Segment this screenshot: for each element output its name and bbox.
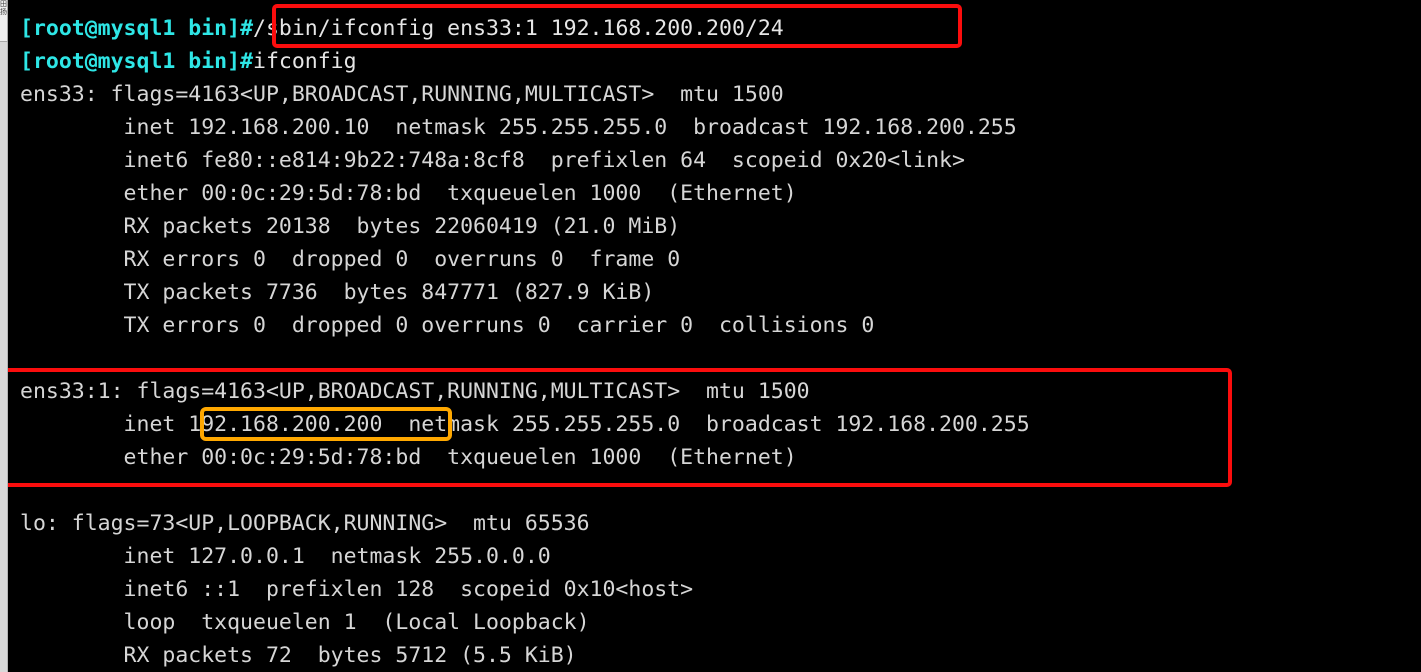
output-line: inet6 ::1 prefixlen 128 scopeid 0x10<hos… [20, 577, 694, 602]
shell-prompt: [root@mysql1 bin] [20, 49, 241, 74]
command-text-ifconfig: ifconfig [253, 49, 357, 74]
output-line: inet 192.168.200.200 netmask 255.255.255… [20, 412, 1030, 437]
output-line: ens33:1: flags=4163<UP,BROADCAST,RUNNING… [20, 379, 810, 404]
terminal-window: 田 扬 [root@mysql1 bin]#/sbin/ifconfig ens… [0, 0, 1421, 672]
prompt-hash: # [240, 16, 254, 41]
output-line: loop txqueuelen 1 (Local Loopback) [20, 610, 590, 635]
terminal-output-area[interactable]: [root@mysql1 bin]#/sbin/ifconfig ens33:1… [8, 0, 1421, 672]
left-sidebar-strip[interactable]: 田 扬 [0, 0, 8, 672]
sidebar-collapsed-tab[interactable]: 田 扬 [0, 0, 8, 42]
output-line: ether 00:0c:29:5d:78:bd txqueuelen 1000 … [20, 445, 797, 470]
terminal-command-line-2: [root@mysql1 bin]#ifconfig [20, 45, 357, 78]
output-line: RX packets 72 bytes 5712 (5.5 KiB) [20, 643, 577, 668]
output-line: inet 192.168.200.10 netmask 255.255.255.… [20, 115, 1017, 140]
output-line: ens33: flags=4163<UP,BROADCAST,RUNNING,M… [20, 82, 784, 107]
sidebar-tab-glyph-bottom: 扬 [0, 8, 7, 16]
output-line: TX packets 7736 bytes 847771 (827.9 KiB) [20, 280, 655, 305]
sidebar-tab-glyph-top: 田 [0, 0, 7, 8]
output-line: RX errors 0 dropped 0 overruns 0 frame 0 [20, 247, 681, 272]
command-text-ifconfig-alias: /sbin/ifconfig ens33:1 192.168.200.200/2… [253, 16, 784, 41]
output-line: inet 127.0.0.1 netmask 255.0.0.0 [20, 544, 551, 569]
output-line: ether 00:0c:29:5d:78:bd txqueuelen 1000 … [20, 181, 797, 206]
output-line: inet6 fe80::e814:9b22:748a:8cf8 prefixle… [20, 148, 965, 173]
shell-prompt: [root@mysql1 bin] [20, 16, 241, 41]
output-line: lo: flags=73<UP,LOOPBACK,RUNNING> mtu 65… [20, 511, 590, 536]
prompt-hash: # [240, 49, 254, 74]
output-line: TX errors 0 dropped 0 overruns 0 carrier… [20, 313, 875, 338]
terminal-command-line-1: [root@mysql1 bin]#/sbin/ifconfig ens33:1… [20, 12, 784, 45]
output-line: RX packets 20138 bytes 22060419 (21.0 Mi… [20, 214, 681, 239]
